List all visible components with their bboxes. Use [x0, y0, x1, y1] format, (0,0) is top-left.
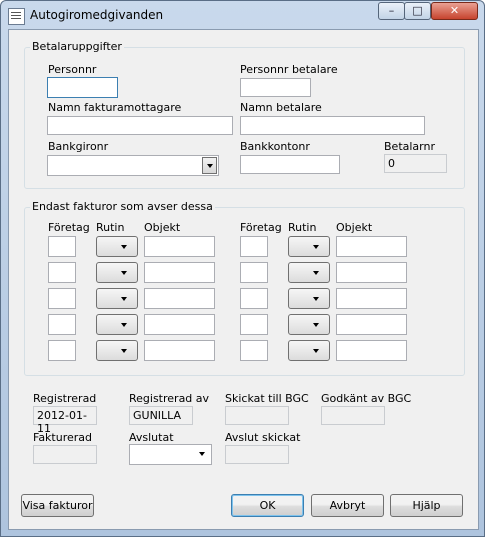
namn-fakturamottagare-label: Namn fakturamottagare: [48, 101, 182, 114]
personnr-betalare-input[interactable]: [240, 78, 311, 97]
avslut-skickat-field: [225, 445, 289, 464]
betalarnr-label: Betalarnr: [384, 140, 435, 153]
objekt-input[interactable]: [144, 314, 215, 335]
rutin-select[interactable]: [96, 236, 138, 257]
personnr-input[interactable]: [47, 77, 118, 98]
objekt-input[interactable]: [336, 314, 407, 335]
rutin-select[interactable]: [96, 262, 138, 283]
namn-betalare-input[interactable]: [240, 116, 425, 135]
minimize-button[interactable]: –: [378, 2, 405, 20]
rutin-select[interactable]: [288, 236, 330, 257]
foretag-input[interactable]: [48, 340, 76, 361]
objekt-input[interactable]: [336, 288, 407, 309]
fakturerad-field: [33, 445, 97, 464]
bankgironr-label: Bankgironr: [48, 140, 109, 153]
personnr-label: Personnr: [48, 63, 97, 76]
objekt-input[interactable]: [336, 340, 407, 361]
rutin-column-header: Rutin: [288, 221, 317, 234]
foretag-input[interactable]: [240, 340, 268, 361]
avslutat-label: Avslutat: [129, 431, 174, 444]
objekt-column-header: Objekt: [336, 221, 373, 234]
maximize-button[interactable]: □: [404, 2, 431, 20]
skickat-till-bgc-label: Skickat till BGC: [225, 392, 309, 405]
foretag-input[interactable]: [48, 262, 76, 283]
objekt-input[interactable]: [144, 288, 215, 309]
visa-fakturor-button[interactable]: Visa fakturor: [21, 494, 94, 517]
skickat-till-bgc-field: [225, 406, 289, 425]
dialog-window: Autogiromedgivanden – □ ✕ Betalaruppgift…: [0, 0, 485, 537]
registrerad-field: 2012-01-11: [33, 406, 97, 435]
rutin-select[interactable]: [288, 288, 330, 309]
objekt-input[interactable]: [144, 262, 215, 283]
title-bar[interactable]: Autogiromedgivanden – □ ✕: [1, 1, 484, 29]
close-button[interactable]: ✕: [431, 2, 478, 20]
foretag-input[interactable]: [48, 314, 76, 335]
rutin-column-header: Rutin: [96, 221, 125, 234]
bankkontonr-label: Bankkontonr: [240, 140, 310, 153]
objekt-column-header: Objekt: [144, 221, 181, 234]
namn-fakturamottagare-input[interactable]: [47, 116, 233, 135]
avbryt-button[interactable]: Avbryt: [311, 494, 384, 517]
foretag-input[interactable]: [240, 236, 268, 257]
foretag-input[interactable]: [240, 262, 268, 283]
registrerad-av-field: GUNILLA: [129, 406, 193, 425]
foretag-input[interactable]: [240, 288, 268, 309]
chevron-down-icon: [202, 157, 217, 174]
avslut-skickat-label: Avslut skickat: [225, 431, 301, 444]
chevron-down-icon: [195, 446, 210, 463]
window-title: Autogiromedgivanden: [30, 8, 164, 22]
objekt-input[interactable]: [144, 236, 215, 257]
hjalp-button[interactable]: Hjälp: [390, 494, 463, 517]
rutin-select[interactable]: [288, 262, 330, 283]
objekt-input[interactable]: [336, 236, 407, 257]
personnr-betalare-label: Personnr betalare: [240, 63, 338, 76]
rutin-select[interactable]: [288, 340, 330, 361]
foretag-input[interactable]: [48, 288, 76, 309]
rutin-select[interactable]: [96, 340, 138, 361]
foretag-column-header: Företag: [48, 221, 90, 234]
fakturerad-label: Fakturerad: [33, 431, 93, 444]
filter-group-title: Endast fakturor som avser dessa: [30, 200, 215, 213]
avslutat-select[interactable]: [129, 444, 212, 465]
bankkontonr-input[interactable]: [240, 155, 340, 174]
registrerad-label: Registrerad: [33, 392, 97, 405]
ok-button[interactable]: OK: [231, 494, 304, 517]
godkant-av-bgc-label: Godkänt av BGC: [321, 392, 412, 405]
rutin-select[interactable]: [96, 288, 138, 309]
bankgironr-select[interactable]: [47, 155, 219, 176]
foretag-column-header: Företag: [240, 221, 282, 234]
registrerad-av-label: Registrerad av: [129, 392, 210, 405]
rutin-select[interactable]: [96, 314, 138, 335]
betalarnr-field: 0: [384, 154, 447, 173]
app-icon: [8, 8, 25, 25]
rutin-select[interactable]: [288, 314, 330, 335]
foretag-input[interactable]: [48, 236, 76, 257]
dialog-body: Betalaruppgifter Personnr Personnr betal…: [8, 29, 479, 530]
namn-betalare-label: Namn betalare: [240, 101, 322, 114]
godkant-av-bgc-field: [321, 406, 385, 425]
objekt-input[interactable]: [144, 340, 215, 361]
foretag-input[interactable]: [240, 314, 268, 335]
payer-group-title: Betalaruppgifter: [30, 40, 124, 53]
objekt-input[interactable]: [336, 262, 407, 283]
